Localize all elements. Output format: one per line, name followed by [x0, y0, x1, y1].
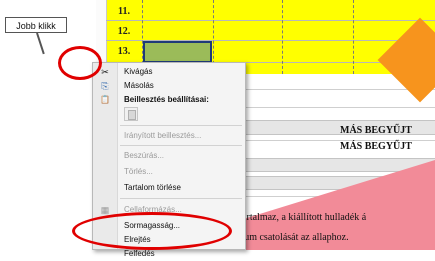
- menu-item-label: Másolás: [124, 81, 154, 90]
- menu-item-copy[interactable]: ⎘ Másolás: [93, 79, 245, 93]
- highlight-ellipse: [72, 212, 232, 250]
- menu-separator: [120, 145, 242, 146]
- menu-item-label: Törlés...: [124, 167, 153, 176]
- menu-item-paste-options: 📋 Beillesztés beállításai:: [93, 93, 245, 107]
- highlight-ellipse: [58, 46, 102, 80]
- menu-item-insert[interactable]: Beszúrás...: [93, 149, 245, 163]
- row-divider: [106, 20, 435, 21]
- cell-text: entum csatolását az allaphoz.: [232, 232, 349, 243]
- column-divider: [282, 0, 283, 74]
- right-click-callout: Jobb klikk: [5, 17, 67, 33]
- column-divider: [353, 0, 354, 74]
- menu-separator: [120, 125, 242, 126]
- row-number-cell[interactable]: 11.: [106, 6, 142, 17]
- menu-separator: [120, 198, 242, 199]
- menu-item-label: Beillesztés beállításai:: [124, 95, 209, 104]
- menu-item-delete[interactable]: Törlés...: [93, 165, 245, 179]
- menu-item-paste-special[interactable]: Irányított beillesztés...: [93, 129, 245, 143]
- menu-item-label: Irányított beillesztés...: [124, 131, 202, 140]
- menu-item-label: Beszúrás...: [124, 151, 165, 160]
- menu-item-cut[interactable]: ✂ Kivágás: [93, 65, 245, 79]
- selected-cell[interactable]: [143, 41, 212, 63]
- paste-option-icon[interactable]: [124, 107, 138, 121]
- cell-text: MÁS BEGYŰJT: [340, 141, 412, 152]
- paste-icon: 📋: [100, 95, 110, 104]
- menu-item-label: Kivágás: [124, 67, 153, 76]
- copy-icon: ⎘: [101, 81, 109, 91]
- row-number-cell[interactable]: 12.: [106, 26, 142, 37]
- cell-text: t tartalmaz, a kiállított hulladék á: [234, 212, 367, 223]
- cell-text: MÁS BEGYŰJT: [340, 125, 412, 136]
- menu-item-clear-contents[interactable]: Tartalom törlése: [93, 181, 245, 195]
- menu-item-label: Tartalom törlése: [124, 183, 181, 192]
- row-number-cell[interactable]: 13.: [106, 46, 142, 57]
